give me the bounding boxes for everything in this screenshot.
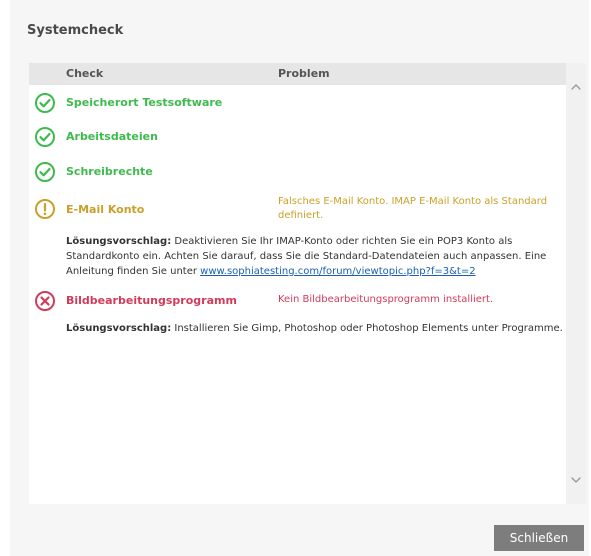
table-row: Speicherort Testsoftware xyxy=(29,91,566,115)
dialog-title: Systemcheck xyxy=(27,23,124,38)
column-header-check: Check xyxy=(66,67,104,80)
check-circle-icon xyxy=(35,162,55,182)
table-row: Arbeitsdateien xyxy=(29,125,566,149)
vertical-scrollbar[interactable] xyxy=(566,63,586,504)
solution-suggestion: Lösungsvorschlag: Installieren Sie Gimp,… xyxy=(66,321,564,336)
forum-link[interactable]: www.sophiatesting.com/forum/viewtopic.ph… xyxy=(200,266,475,277)
check-circle-icon xyxy=(35,127,55,147)
column-header-problem: Problem xyxy=(278,67,330,80)
check-name: Bildbearbeitungsprogramm xyxy=(66,294,237,307)
suggestion-text: Installieren Sie Gimp, Photoshop oder Ph… xyxy=(171,323,563,334)
chevron-up-icon[interactable] xyxy=(570,81,582,93)
systemcheck-dialog: Systemcheck Check Problem Speicherort Te… xyxy=(10,0,589,556)
check-name: E-Mail Konto xyxy=(66,203,145,216)
check-name: Speicherort Testsoftware xyxy=(66,96,223,109)
suggestion-label: Lösungsvorschlag: xyxy=(66,236,172,247)
table-row: Schreibrechte xyxy=(29,160,566,184)
table-header: Check Problem xyxy=(29,63,566,85)
chevron-down-icon[interactable] xyxy=(570,474,582,486)
table-row: E-Mail Konto Falsches E-Mail Konto. IMAP… xyxy=(29,195,566,293)
check-results-panel: Check Problem Speicherort Testsoftware A… xyxy=(29,63,586,504)
suggestion-label: Lösungsvorschlag: xyxy=(66,323,172,334)
table-row: Bildbearbeitungsprogramm Kein Bildbearbe… xyxy=(29,289,566,359)
check-circle-icon xyxy=(35,93,55,113)
close-button[interactable]: Schließen xyxy=(494,525,584,551)
solution-suggestion: Lösungsvorschlag: Deaktivieren Sie Ihr I… xyxy=(66,234,564,279)
check-name: Schreibrechte xyxy=(66,165,153,178)
problem-text: Kein Bildbearbeitungsprogramm installier… xyxy=(278,294,494,305)
check-name: Arbeitsdateien xyxy=(66,130,158,143)
exclamation-circle-icon xyxy=(35,199,55,219)
problem-text: Falsches E-Mail Konto. IMAP E-Mail Konto… xyxy=(278,196,548,221)
x-circle-icon xyxy=(35,291,55,311)
